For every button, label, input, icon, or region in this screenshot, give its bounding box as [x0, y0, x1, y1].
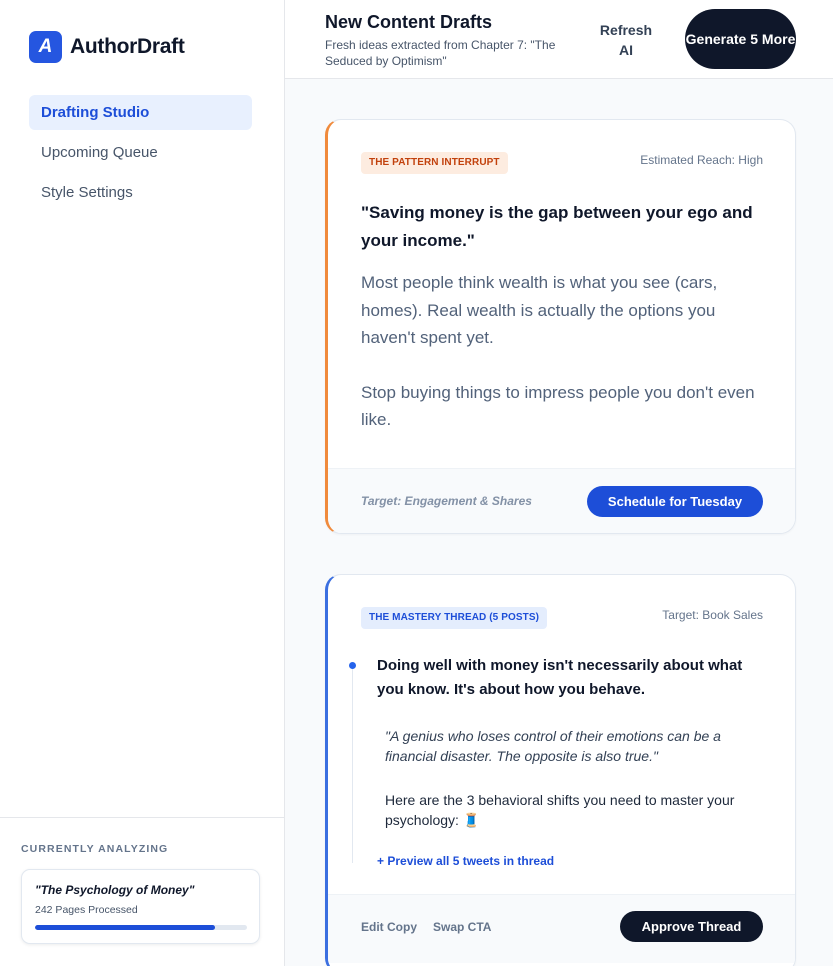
- draft-type-badge: THE MASTERY THREAD (5 POSTS): [361, 607, 548, 629]
- thread-dot-icon: [349, 662, 356, 669]
- book-pages-processed: 242 Pages Processed: [35, 904, 138, 916]
- draft-quote: "Saving money is the gap between your eg…: [361, 203, 753, 250]
- schedule-button[interactable]: Schedule for Tuesday: [587, 486, 763, 517]
- target-label: Target: Book Sales: [662, 608, 763, 622]
- book-card: "The Psychology of Money" 242 Pages Proc…: [21, 869, 260, 944]
- sidebar-nav: Drafting Studio Upcoming Queue Style Set…: [29, 95, 252, 215]
- preview-thread-link[interactable]: + Preview all 5 tweets in thread: [377, 854, 554, 868]
- sidebar-item-style-settings[interactable]: Style Settings: [29, 175, 252, 210]
- card-footer: Target: Engagement & Shares Schedule for…: [328, 468, 795, 533]
- app-logo[interactable]: A AuthorDraft: [29, 31, 185, 63]
- logo-mark-icon: A: [29, 31, 62, 63]
- draft-card-pattern-interrupt: THE PATTERN INTERRUPT Estimated Reach: H…: [325, 119, 796, 534]
- edit-copy-button[interactable]: Edit Copy: [361, 920, 417, 934]
- thread-headline: Doing well with money isn't necessarily …: [377, 657, 743, 698]
- sidebar-item-upcoming-queue[interactable]: Upcoming Queue: [29, 135, 252, 170]
- sidebar-item-drafting-studio[interactable]: Drafting Studio: [29, 95, 252, 130]
- page-header: New Content Drafts Fresh ideas extracted…: [285, 0, 833, 79]
- currently-analyzing-section: CURRENTLY ANALYZING "The Psychology of M…: [0, 817, 284, 966]
- thread-quote: "A genius who loses control of their emo…: [385, 728, 721, 764]
- analysis-progress-fill: [35, 925, 216, 930]
- page-subtitle: Fresh ideas extracted from Chapter 7: "T…: [325, 38, 556, 68]
- generate-more-button[interactable]: Generate 5 More: [685, 9, 796, 69]
- draft-body-paragraph: Stop buying things to impress people you…: [361, 382, 755, 430]
- analysis-progress-bar: [35, 925, 247, 930]
- approve-thread-button[interactable]: Approve Thread: [620, 911, 763, 942]
- thread-connector-line: [352, 667, 353, 863]
- analyzing-caption: CURRENTLY ANALYZING: [21, 843, 169, 855]
- card-footer: Edit Copy Swap CTA Approve Thread: [328, 894, 795, 963]
- thread-shifts-text: Here are the 3 behavioral shifts you nee…: [385, 792, 735, 828]
- refresh-ai-button[interactable]: Refresh AI: [593, 20, 659, 60]
- swap-cta-button[interactable]: Swap CTA: [433, 920, 491, 934]
- target-note: Target: Engagement & Shares: [361, 494, 532, 508]
- draft-body-paragraph: Most people think wealth is what you see…: [361, 273, 718, 347]
- estimated-reach: Estimated Reach: High: [640, 153, 763, 167]
- draft-body: Most people think wealth is what you see…: [361, 269, 771, 461]
- draft-type-badge: THE PATTERN INTERRUPT: [361, 152, 508, 174]
- book-title: "The Psychology of Money": [35, 883, 195, 897]
- app-name: AuthorDraft: [70, 35, 185, 58]
- draft-card-mastery-thread: THE MASTERY THREAD (5 POSTS) Target: Boo…: [325, 574, 796, 966]
- page-title: New Content Drafts: [325, 12, 493, 32]
- sidebar: A AuthorDraft Drafting Studio Upcoming Q…: [0, 0, 285, 966]
